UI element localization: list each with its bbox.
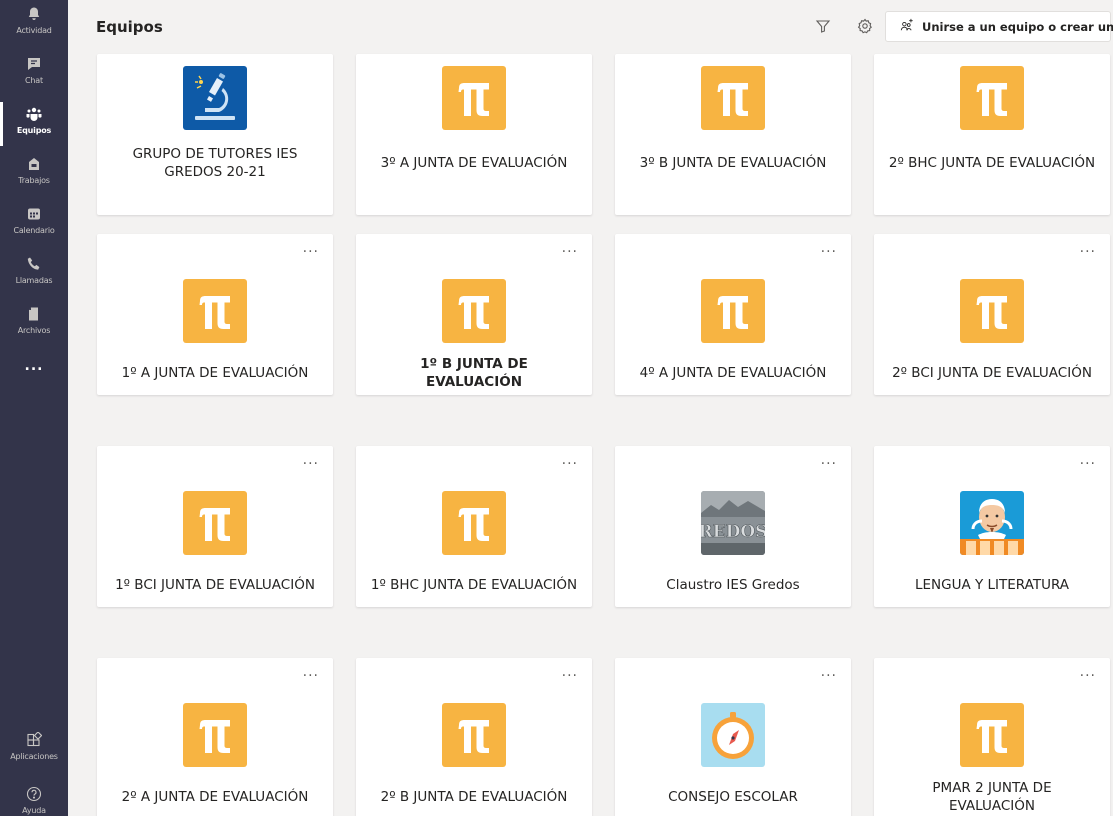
team-card[interactable]: GRUPO DE TUTORES IES GREDOS 20-21 bbox=[97, 54, 333, 215]
join-or-create-team-button[interactable]: Unirse a un equipo o crear uno bbox=[885, 11, 1113, 42]
team-name: 3º B JUNTA DE EVALUACIÓN bbox=[639, 154, 827, 171]
rail-item-chat[interactable]: Chat bbox=[0, 50, 68, 100]
team-card[interactable]: ... LENGUA Y LITERATURA bbox=[874, 446, 1110, 607]
pi-icon bbox=[701, 279, 765, 343]
card-more-options-button[interactable]: ... bbox=[562, 240, 578, 256]
pi-icon bbox=[960, 66, 1024, 130]
add-team-icon bbox=[900, 18, 922, 35]
teams-icon bbox=[26, 106, 42, 122]
rail-label: Aplicaciones bbox=[10, 752, 58, 761]
page-header: Equipos Unirse a un equipo o crear uno bbox=[68, 0, 1113, 54]
team-name: GRUPO DE TUTORES IES GREDOS 20-21 bbox=[132, 145, 298, 180]
team-card[interactable]: 3º A JUNTA DE EVALUACIÓN bbox=[356, 54, 592, 215]
team-name: 2º BHC JUNTA DE EVALUACIÓN bbox=[888, 154, 1096, 171]
team-name: PMAR 2 JUNTA DE EVALUACIÓN bbox=[932, 779, 1052, 814]
rail-item-equipos[interactable]: Equipos bbox=[0, 100, 68, 150]
pi-icon bbox=[183, 491, 247, 555]
team-name: 4º A JUNTA DE EVALUACIÓN bbox=[639, 364, 827, 381]
team-name: CONSEJO ESCOLAR bbox=[668, 788, 798, 805]
rail-label: Equipos bbox=[16, 126, 52, 135]
chat-icon bbox=[26, 56, 42, 72]
team-card[interactable]: 3º B JUNTA DE EVALUACIÓN bbox=[615, 54, 851, 215]
team-card[interactable]: ... 1º B JUNTA DE EVALUACIÓN bbox=[356, 234, 592, 395]
pi-icon bbox=[701, 66, 765, 130]
rail-item-actividad[interactable]: Actividad bbox=[0, 0, 68, 50]
gredos-photo-icon: REDOS bbox=[701, 491, 765, 555]
join-button-label: Unirse a un equipo o crear uno bbox=[922, 19, 1113, 34]
pi-icon bbox=[960, 703, 1024, 767]
app-rail: Actividad Chat Equipos Trabajos Calendar… bbox=[0, 0, 68, 816]
rail-label: Chat bbox=[25, 76, 43, 85]
pi-icon bbox=[442, 279, 506, 343]
phone-icon bbox=[26, 256, 42, 272]
rail-label: Actividad bbox=[16, 26, 52, 35]
rail-label: Ayuda bbox=[22, 806, 46, 815]
rail-item-aplicaciones[interactable]: Aplicaciones bbox=[0, 726, 68, 776]
rail-item-ayuda[interactable]: Ayuda bbox=[0, 780, 68, 816]
team-card[interactable]: ... CONSEJO ESCOLAR bbox=[615, 658, 851, 816]
team-card[interactable]: ... 1º BCI JUNTA DE EVALUACIÓN bbox=[97, 446, 333, 607]
team-name: 2º B JUNTA DE EVALUACIÓN bbox=[380, 788, 568, 805]
team-name: 1º B JUNTA DE EVALUACIÓN bbox=[420, 355, 528, 390]
pi-icon bbox=[960, 279, 1024, 343]
rail-label: Llamadas bbox=[15, 276, 53, 285]
team-card[interactable]: ... 4º A JUNTA DE EVALUACIÓN bbox=[615, 234, 851, 395]
pi-icon bbox=[183, 279, 247, 343]
card-more-options-button[interactable]: ... bbox=[562, 664, 578, 680]
team-name: 1º BHC JUNTA DE EVALUACIÓN bbox=[370, 576, 578, 593]
card-more-options-button[interactable]: ... bbox=[303, 664, 319, 680]
bell-icon bbox=[26, 6, 42, 22]
apps-icon bbox=[26, 732, 42, 748]
team-card[interactable]: ... REDOS Claustro IES Gredos bbox=[615, 446, 851, 607]
rail-label: Trabajos bbox=[18, 176, 50, 185]
rail-item-trabajos[interactable]: Trabajos bbox=[0, 150, 68, 200]
team-card[interactable]: ... 1º BHC JUNTA DE EVALUACIÓN bbox=[356, 446, 592, 607]
team-name: 1º A JUNTA DE EVALUACIÓN bbox=[121, 364, 309, 381]
card-more-options-button[interactable]: ... bbox=[303, 452, 319, 468]
team-name: LENGUA Y LITERATURA bbox=[914, 576, 1070, 593]
team-name: 2º A JUNTA DE EVALUACIÓN bbox=[121, 788, 309, 805]
team-card[interactable]: ... 1º A JUNTA DE EVALUACIÓN bbox=[97, 234, 333, 395]
files-icon bbox=[26, 306, 42, 322]
pi-icon bbox=[442, 703, 506, 767]
rail-label: Archivos bbox=[17, 326, 51, 335]
team-name: 3º A JUNTA DE EVALUACIÓN bbox=[380, 154, 568, 171]
card-more-options-button[interactable]: ... bbox=[1080, 452, 1096, 468]
team-card[interactable]: ... 2º BCI JUNTA DE EVALUACIÓN bbox=[874, 234, 1110, 395]
team-card[interactable]: ... 2º A JUNTA DE EVALUACIÓN bbox=[97, 658, 333, 816]
microscope-icon bbox=[183, 66, 247, 130]
card-more-options-button[interactable]: ... bbox=[303, 240, 319, 256]
page-title: Equipos bbox=[96, 18, 163, 36]
card-more-options-button[interactable]: ... bbox=[821, 664, 837, 680]
rail-label: Calendario bbox=[13, 226, 55, 235]
pi-icon bbox=[183, 703, 247, 767]
card-more-options-button[interactable]: ... bbox=[562, 452, 578, 468]
settings-icon[interactable] bbox=[857, 18, 875, 36]
assignments-icon bbox=[26, 156, 42, 172]
card-more-options-button[interactable]: ... bbox=[1080, 240, 1096, 256]
card-more-options-button[interactable]: ... bbox=[1080, 664, 1096, 680]
rail-more-button[interactable]: ... bbox=[0, 358, 68, 374]
card-more-options-button[interactable]: ... bbox=[821, 240, 837, 256]
filter-icon[interactable] bbox=[815, 18, 833, 36]
help-icon bbox=[26, 786, 42, 802]
calendar-icon bbox=[26, 206, 42, 222]
compass-icon bbox=[701, 703, 765, 767]
team-name: Claustro IES Gredos bbox=[666, 576, 800, 593]
team-name: 1º BCI JUNTA DE EVALUACIÓN bbox=[115, 576, 315, 593]
pi-icon bbox=[442, 491, 506, 555]
rail-item-archivos[interactable]: Archivos bbox=[0, 300, 68, 350]
team-card[interactable]: ... PMAR 2 JUNTA DE EVALUACIÓN bbox=[874, 658, 1110, 816]
rail-item-calendario[interactable]: Calendario bbox=[0, 200, 68, 250]
team-name: 2º BCI JUNTA DE EVALUACIÓN bbox=[892, 364, 1092, 381]
team-card[interactable]: 2º BHC JUNTA DE EVALUACIÓN bbox=[874, 54, 1110, 215]
svg-text:REDOS: REDOS bbox=[701, 522, 765, 542]
rail-item-llamadas[interactable]: Llamadas bbox=[0, 250, 68, 300]
pi-icon bbox=[442, 66, 506, 130]
card-more-options-button[interactable]: ... bbox=[821, 452, 837, 468]
team-card[interactable]: ... 2º B JUNTA DE EVALUACIÓN bbox=[356, 658, 592, 816]
shakespeare-icon bbox=[960, 491, 1024, 555]
